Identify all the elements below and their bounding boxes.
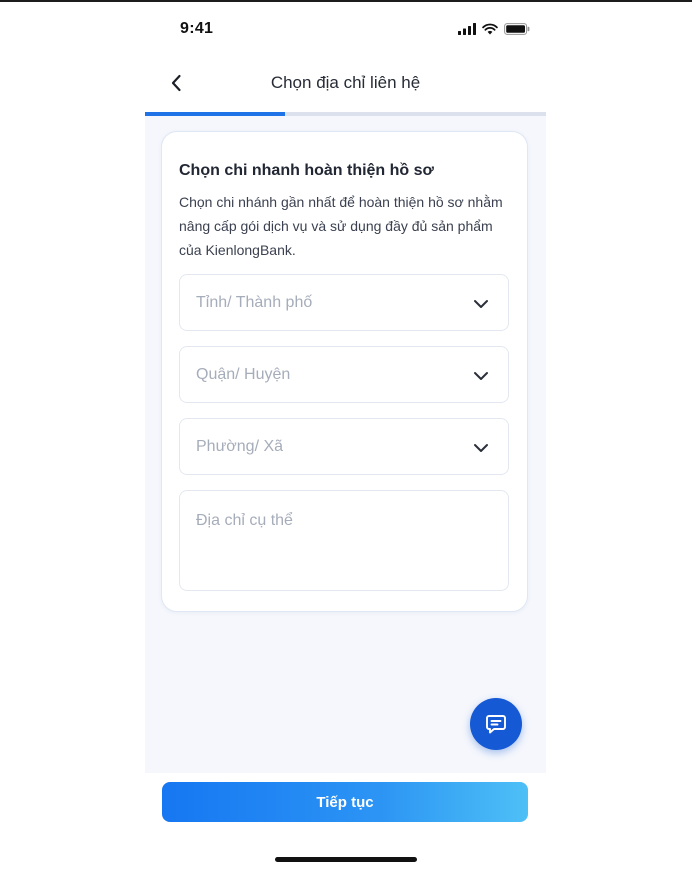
ward-select[interactable]: Phường/ Xã: [179, 418, 509, 475]
chat-icon: [486, 715, 506, 734]
app-header: Chọn địa chỉ liên hệ: [145, 60, 546, 110]
district-placeholder: Quận/ Huyện: [196, 366, 291, 383]
card-description: Chọn chi nhánh gần nhất để hoàn thiện hồ…: [179, 194, 503, 258]
chevron-down-icon: [474, 444, 488, 452]
address-input[interactable]: Địa chỉ cụ thể: [179, 490, 509, 591]
wifi-icon: [482, 23, 498, 35]
province-select[interactable]: Tỉnh/ Thành phố: [179, 274, 509, 331]
status-bar: 9:41: [145, 0, 546, 50]
home-indicator: [275, 857, 417, 862]
chevron-down-icon: [474, 372, 488, 380]
ward-placeholder: Phường/ Xã: [196, 438, 284, 455]
phone-screen: 9:41 Chọn địa chỉ liên hệ Chọn chi nhanh…: [145, 0, 546, 882]
continue-button[interactable]: Tiếp tục: [162, 782, 528, 822]
page-title: Chọn địa chỉ liên hệ: [270, 73, 421, 92]
cellular-signal-icon: [458, 23, 476, 35]
branch-card: Chọn chi nhanh hoàn thiện hồ sơ Chọn chi…: [161, 131, 528, 612]
status-icons: [458, 22, 530, 36]
chat-button[interactable]: [470, 698, 522, 750]
battery-icon: [504, 23, 530, 35]
address-placeholder: Địa chỉ cụ thể: [196, 512, 293, 529]
district-select[interactable]: Quận/ Huyện: [179, 346, 509, 403]
main-content: Chọn chi nhanh hoàn thiện hồ sơ Chọn chi…: [145, 116, 546, 773]
status-time: 9:41: [180, 20, 214, 37]
chevron-down-icon: [474, 300, 488, 308]
card-title: Chọn chi nhanh hoàn thiện hồ sơ: [179, 162, 434, 179]
province-placeholder: Tỉnh/ Thành phố: [196, 294, 313, 311]
